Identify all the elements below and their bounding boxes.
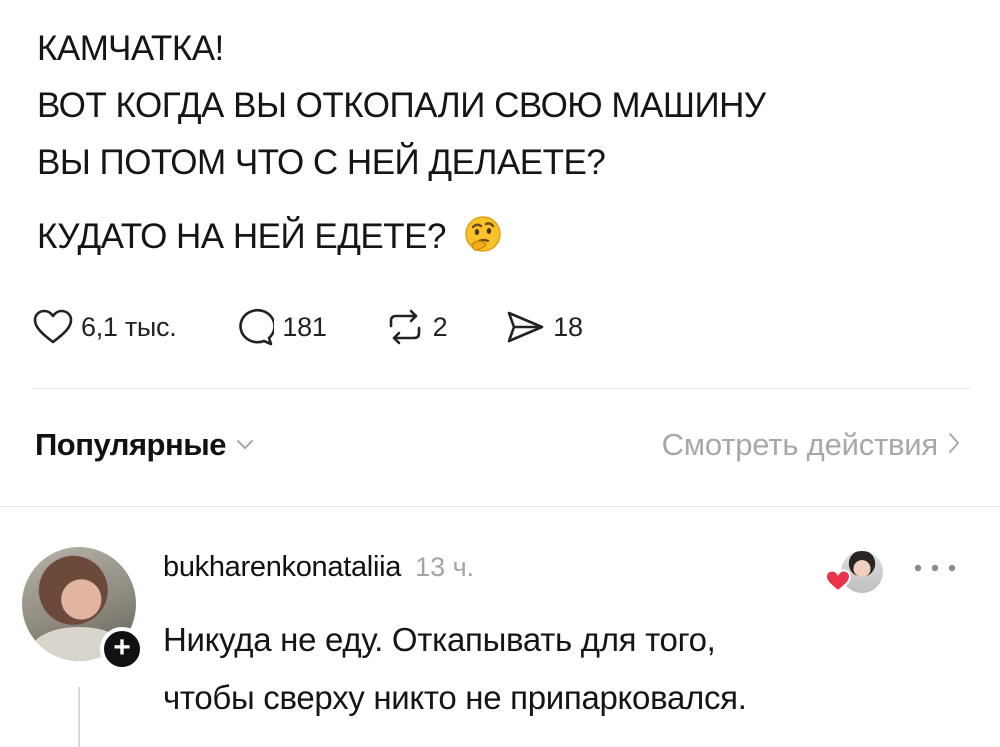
divider — [0, 506, 1000, 507]
chevron-right-icon — [938, 432, 960, 459]
post-actions: 6,1 тыс. 181 2 18 — [33, 302, 641, 352]
repost-count: 2 — [432, 311, 448, 342]
liked-by-author — [824, 549, 885, 599]
heart-icon — [33, 309, 73, 345]
like-button[interactable]: 6,1 тыс. — [33, 309, 177, 345]
sort-dropdown[interactable]: Популярные — [35, 420, 254, 470]
follow-button[interactable]: + — [100, 627, 144, 671]
share-icon — [505, 309, 545, 345]
post-line: КАМЧАТКА! — [37, 29, 224, 68]
plus-icon: + — [113, 631, 131, 664]
post-body: КАМЧАТКА! ВОТ КОГДА ВЫ ОТКОПАЛИ СВОЮ МАШ… — [37, 20, 937, 271]
share-count: 18 — [553, 311, 583, 342]
comment-bubble-icon — [234, 308, 275, 346]
view-activity-label: Смотреть действия — [661, 427, 939, 462]
divider — [32, 388, 970, 389]
comment-body: Никуда не еду. Откапывать для того, чтоб… — [163, 611, 963, 727]
comment-timestamp: 13 ч. — [415, 552, 475, 582]
more-options-button[interactable] — [912, 561, 958, 579]
comment-count: 181 — [282, 311, 327, 342]
sort-label: Популярные — [35, 427, 226, 462]
view-activity-link[interactable]: Смотреть действия — [662, 420, 960, 470]
comment-line: Никуда не еду. Откапывать для того, — [163, 621, 716, 658]
chevron-down-icon — [226, 435, 254, 456]
repost-button[interactable]: 2 — [385, 309, 448, 345]
like-count: 6,1 тыс. — [81, 311, 177, 342]
thread-line — [78, 687, 80, 747]
comment-meta: bukharenkonataliia 13 ч. — [163, 551, 474, 584]
post-line-with-emoji: КУДАТО НА НЕЙ ЕДЕТЕ? — [37, 208, 937, 271]
post-line: ВЫ ПОТОМ ЧТО С НЕЙ ДЕЛАЕТЕ? — [37, 143, 606, 182]
replies-header: Популярные Смотреть действия — [35, 420, 960, 470]
post-line: ВОТ КОГДА ВЫ ОТКОПАЛИ СВОЮ МАШИНУ — [37, 86, 766, 125]
share-button[interactable]: 18 — [505, 309, 583, 345]
post-line: КУДАТО НА НЕЙ ЕДЕТЕ? — [37, 217, 446, 256]
comment-line: чтобы сверху никто не припарковался. — [163, 679, 747, 716]
ellipsis-icon — [912, 561, 958, 578]
comment-button[interactable]: 181 — [234, 308, 327, 346]
heart-icon — [824, 569, 852, 598]
comment-item: + bukharenkonataliia 13 ч. Никуда не еду… — [0, 515, 1000, 747]
comment-username[interactable]: bukharenkonataliia — [163, 551, 401, 584]
thinking-face-icon — [463, 214, 503, 271]
repost-icon — [385, 309, 425, 345]
